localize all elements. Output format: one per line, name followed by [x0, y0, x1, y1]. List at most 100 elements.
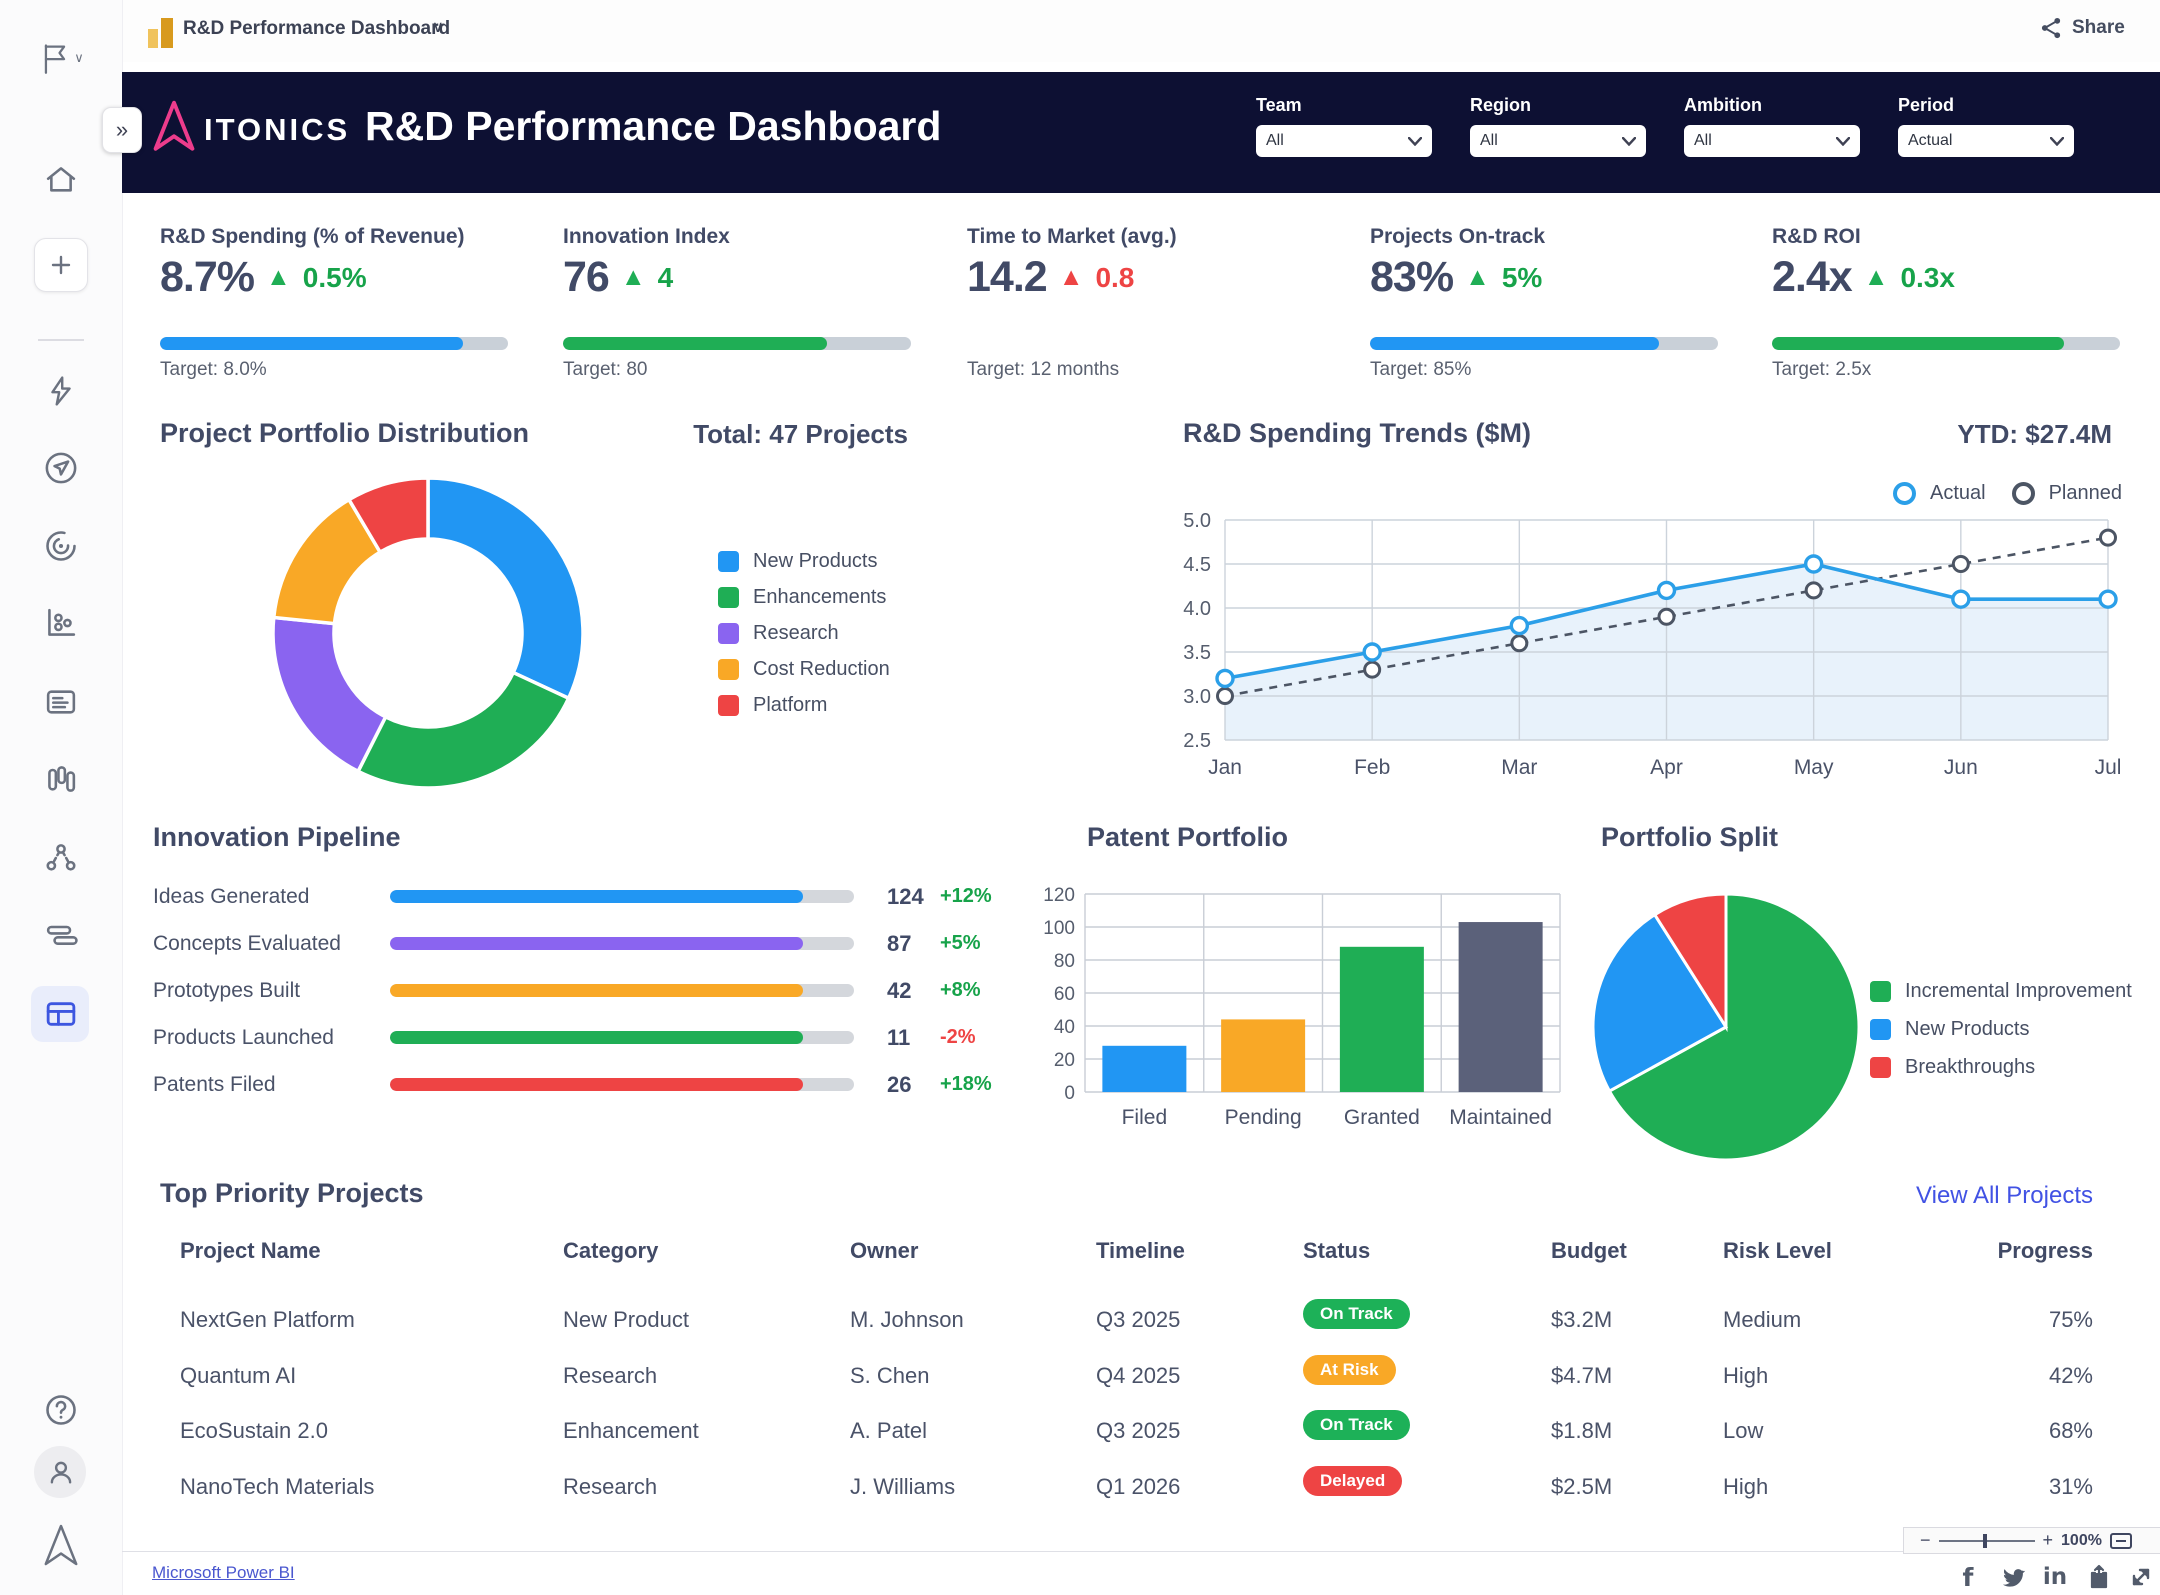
ambition-select[interactable]: All: [1684, 125, 1860, 157]
table-row[interactable]: Quantum AI Research S. Chen Q4 2025 At R…: [122, 1349, 2160, 1405]
filter-region: Region All: [1470, 95, 1646, 157]
linkedin-icon[interactable]: in: [2040, 1563, 2070, 1591]
zoom-slider[interactable]: [1939, 1540, 2035, 1542]
svg-text:Filed: Filed: [1122, 1106, 1168, 1129]
legend-item: New Products: [718, 543, 890, 579]
section-title-innovation-pipeline: Innovation Pipeline: [153, 822, 401, 853]
svg-text:Jul: Jul: [2095, 756, 2122, 779]
actual-marker: [1217, 670, 1233, 686]
col-header-risk-level: Risk Level: [1723, 1238, 1832, 1264]
sidebar-item-flag[interactable]: ∨: [0, 38, 122, 78]
itonics-arrow-icon[interactable]: [0, 1522, 122, 1568]
cell-progress: 31%: [2049, 1474, 2093, 1500]
legend-swatch: [718, 695, 739, 716]
microsoft-powerbi-link[interactable]: Microsoft Power BI: [152, 1563, 295, 1583]
pipeline-label: Products Launched: [153, 1026, 334, 1050]
cell-progress: 42%: [2049, 1363, 2093, 1389]
pipeline-track: [390, 1078, 854, 1091]
team-select[interactable]: All: [1256, 125, 1432, 157]
pipeline-label: Concepts Evaluated: [153, 932, 341, 956]
cell-risk: High: [1723, 1474, 1768, 1500]
svg-text:Mar: Mar: [1501, 756, 1537, 779]
filter-ambition: Ambition All: [1684, 95, 1860, 157]
sidebar-item-account[interactable]: [0, 1452, 122, 1492]
table-row[interactable]: EcoSustain 2.0 Enhancement A. Patel Q3 2…: [122, 1404, 2160, 1460]
ytd-label: YTD: $27.4M: [1764, 419, 2112, 450]
expand-sidebar-button[interactable]: »: [102, 107, 142, 153]
pipeline-row: Ideas Generated 124 +12%: [140, 874, 1020, 921]
report-title[interactable]: R&D Performance Dashboard: [183, 18, 450, 40]
filter-label: Ambition: [1684, 95, 1860, 116]
cell-budget: $4.7M: [1551, 1363, 1612, 1389]
svg-text:Jun: Jun: [1944, 756, 1978, 779]
sidebar-item-explore[interactable]: [0, 448, 122, 488]
sidebar-item-activity[interactable]: [0, 371, 122, 411]
sidebar-item-charts[interactable]: [0, 603, 122, 643]
cell-risk: High: [1723, 1363, 1768, 1389]
facebook-icon[interactable]: f: [1953, 1563, 1983, 1591]
pipeline-track: [390, 1031, 854, 1044]
planned-marker: [1953, 557, 1968, 572]
kpi-progress-track: [1772, 337, 2120, 350]
svg-text:80: 80: [1054, 951, 1075, 972]
actual-marker: [2100, 591, 2116, 607]
sidebar-item-cards[interactable]: [0, 682, 122, 722]
cell-budget: $2.5M: [1551, 1474, 1612, 1500]
status-badge: On Track: [1303, 1410, 1410, 1440]
kpi-value: 2.4x: [1772, 253, 1852, 302]
patent-portfolio-bar-chart: 120100806040200FiledPendingGrantedMainta…: [1020, 870, 1580, 1140]
sidebar-item-dashboard-active[interactable]: [0, 994, 122, 1034]
pipeline-value: 87: [887, 931, 911, 957]
twitter-icon[interactable]: [1998, 1563, 2028, 1591]
pipeline-row: Products Launched 11 -2%: [140, 1015, 1020, 1062]
legend-item: Cost Reduction: [718, 651, 890, 687]
powerbi-dashboard-app: R&D Performance Dashboard ∨ Share ∨: [0, 0, 2160, 1595]
zoom-slider-handle[interactable]: [1983, 1534, 1987, 1548]
sidebar-item-help[interactable]: [0, 1390, 122, 1430]
table-row[interactable]: NanoTech Materials Research J. Williams …: [122, 1460, 2160, 1516]
fit-to-page-icon[interactable]: [2110, 1533, 2132, 1549]
col-header-category: Category: [563, 1238, 658, 1264]
zoom-out-button[interactable]: −: [1920, 1530, 1931, 1551]
share-button[interactable]: Share: [2040, 16, 2125, 40]
kpi-target: Target: 2.5x: [1772, 359, 1871, 381]
section-title-portfolio-split: Portfolio Split: [1601, 822, 1778, 853]
planned-marker: [1806, 583, 1821, 598]
pipeline-value: 42: [887, 978, 911, 1004]
sidebar-item-target[interactable]: [0, 526, 122, 566]
region-select[interactable]: All: [1470, 125, 1646, 157]
sidebar-item-kanban[interactable]: [0, 759, 122, 799]
sidebar-item-hierarchy[interactable]: [0, 838, 122, 878]
open-external-icon[interactable]: [2126, 1563, 2156, 1591]
col-header-progress: Progress: [1998, 1238, 2093, 1264]
filter-label: Team: [1256, 95, 1432, 116]
innovation-pipeline-chart: Ideas Generated 124 +12% Concepts Evalua…: [140, 874, 1020, 1114]
table-row[interactable]: NextGen Platform New Product M. Johnson …: [122, 1293, 2160, 1349]
sidebar-item-levels[interactable]: [0, 916, 122, 956]
period-select[interactable]: Actual: [1898, 125, 2074, 157]
sidebar-item-home[interactable]: [0, 160, 122, 200]
selected-value: All: [1694, 132, 1712, 150]
cell-category: Research: [563, 1363, 657, 1389]
create-new-button[interactable]: [34, 238, 88, 292]
col-header-budget: Budget: [1551, 1238, 1627, 1264]
pipeline-row: Concepts Evaluated 87 +5%: [140, 921, 1020, 968]
planned-marker: [1512, 636, 1527, 651]
planned-marker: [1365, 662, 1380, 677]
kpi-delta: 0.3x: [1900, 262, 1955, 294]
legend-label: Incremental Improvement: [1905, 980, 2132, 1003]
view-all-projects-link[interactable]: View All Projects: [1916, 1182, 2093, 1210]
bar-granted: [1340, 947, 1424, 1092]
svg-text:2.5: 2.5: [1183, 730, 1211, 752]
pie-legend: Incremental Improvement New Products Bre…: [1870, 972, 2132, 1086]
pipeline-track: [390, 937, 854, 950]
zoom-in-button[interactable]: +: [2043, 1530, 2054, 1551]
pipeline-value: 11: [887, 1025, 910, 1051]
kpi-target: Target: 8.0%: [160, 359, 267, 381]
chevron-down-icon[interactable]: ∨: [432, 17, 444, 37]
actual-marker: [1364, 644, 1380, 660]
cell-owner: S. Chen: [850, 1363, 930, 1389]
kpi-progress-fill: [1370, 337, 1659, 350]
share-upload-icon[interactable]: [2084, 1563, 2114, 1591]
zoom-toolbar: − + 100%: [1903, 1527, 2160, 1554]
